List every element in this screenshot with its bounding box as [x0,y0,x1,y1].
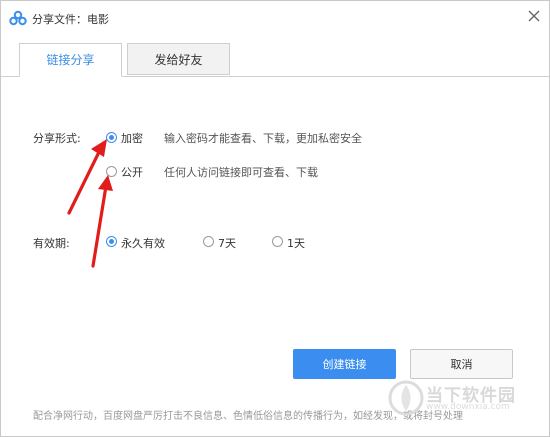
title-bar: 分享文件：电影 [1,1,549,35]
create-link-button[interactable]: 创建链接 [293,349,396,379]
dialog-title: 分享文件：电影 [32,13,109,26]
option-public-desc: 任何人访问链接即可查看、下载 [164,166,318,179]
annotation-arrow-encrypted [67,139,107,215]
annotation-arrow-public [91,175,113,268]
share-dialog: 分享文件：电影 链接分享 发给好友 分享形式: 加密 输入密码才能查看、下载，更… [0,0,550,437]
watermark-logo-icon [388,380,424,416]
tab-send-to-friend[interactable]: 发给好友 [127,43,230,75]
radio-7-days[interactable] [203,236,214,247]
site-watermark: 当下软件园 www.downxia.com [382,377,549,419]
option-7-days-label[interactable]: 7天 [218,235,236,251]
option-encrypted-label[interactable]: 加密 [121,130,143,146]
option-1-day-label[interactable]: 1天 [287,235,305,251]
radio-permanent[interactable] [106,236,117,247]
tab-link-share[interactable]: 链接分享 [19,43,122,77]
baidu-cloud-icon [9,10,27,26]
radio-public[interactable] [106,166,117,177]
radio-1-day[interactable] [272,236,283,247]
option-encrypted-desc: 输入密码才能查看、下载，更加私密安全 [164,132,362,145]
tab-bar: 链接分享 发给好友 [1,43,549,77]
watermark-sub: www.downxia.com [426,402,510,412]
share-form-label: 分享形式: [33,132,81,145]
option-public-label[interactable]: 公开 [121,164,143,180]
validity-label: 有效期: [33,237,70,250]
cancel-button[interactable]: 取消 [410,349,513,379]
radio-encrypted[interactable] [106,132,117,143]
close-icon[interactable] [525,7,543,25]
option-permanent-label[interactable]: 永久有效 [121,235,165,251]
